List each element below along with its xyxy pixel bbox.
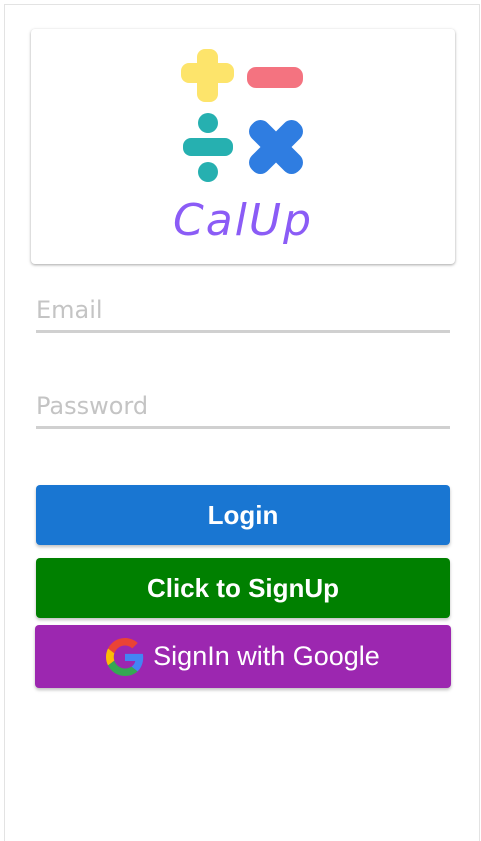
- divide-icon: [183, 113, 233, 182]
- logo-card: CalUp: [31, 29, 455, 264]
- times-icon: [249, 120, 303, 174]
- plus-icon: [181, 49, 234, 102]
- minus-icon: [247, 67, 303, 88]
- signup-button[interactable]: Click to SignUp: [36, 558, 450, 618]
- login-button[interactable]: Login: [36, 485, 450, 545]
- google-icon: [106, 637, 144, 676]
- password-field-container: [36, 385, 450, 429]
- google-signin-button[interactable]: SignIn with Google: [35, 625, 451, 688]
- login-button-label: Login: [207, 499, 279, 530]
- signup-button-label: Click to SignUp: [146, 572, 340, 603]
- email-field-container: [36, 289, 450, 333]
- email-input[interactable]: [36, 289, 450, 330]
- google-button-label: SignIn with Google: [153, 641, 380, 671]
- brand-name: CalUp: [172, 195, 314, 246]
- password-input[interactable]: [36, 385, 450, 426]
